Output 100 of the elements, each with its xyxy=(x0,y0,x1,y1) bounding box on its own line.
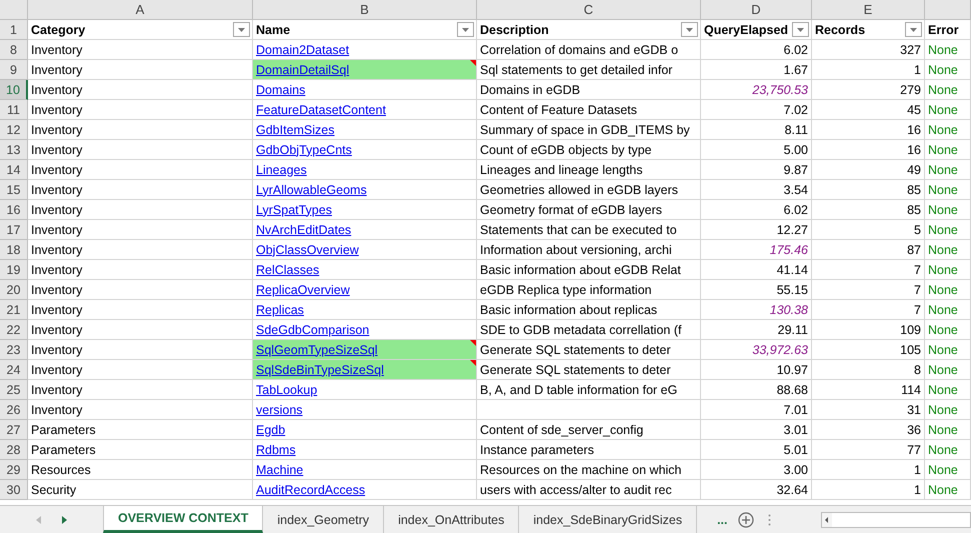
table-cell: 8 xyxy=(812,360,925,380)
link[interactable]: Rdbms xyxy=(256,442,296,456)
table-cell: Inventory xyxy=(28,160,253,180)
link[interactable]: GdbObjTypeCnts xyxy=(256,142,352,156)
row-header[interactable]: 8 xyxy=(0,40,28,60)
link[interactable]: ObjClassOverview xyxy=(256,242,359,256)
column-header[interactable]: B xyxy=(253,0,477,20)
link[interactable]: LyrSpatTypes xyxy=(256,202,332,216)
table-cell: 114 xyxy=(812,380,925,400)
table-cell: 5.00 xyxy=(701,140,812,160)
table-cell: 3.00 xyxy=(701,460,812,480)
comment-indicator-icon xyxy=(470,60,476,66)
link[interactable]: Egdb xyxy=(256,422,286,436)
row-header[interactable]: 21 xyxy=(0,300,28,320)
table-cell: Instance parameters xyxy=(477,440,701,460)
table-cell: 1 xyxy=(812,460,925,480)
table-cell: Inventory xyxy=(28,340,253,360)
link[interactable]: TabLookup xyxy=(256,382,318,396)
row-header[interactable]: 13 xyxy=(0,140,28,160)
link[interactable]: GdbItemSizes xyxy=(256,122,335,136)
table-cell: Basic information about replicas xyxy=(477,300,701,320)
link[interactable]: SqlSdeBinTypeSizeSql xyxy=(256,362,384,376)
link[interactable]: Machine xyxy=(256,462,304,476)
row-header[interactable]: 12 xyxy=(0,120,28,140)
table-cell: None xyxy=(925,220,971,240)
row-header[interactable]: 16 xyxy=(0,200,28,220)
link[interactable]: Domain2Dataset xyxy=(256,42,350,56)
table-cell: Security xyxy=(28,480,253,500)
add-sheet-icon[interactable] xyxy=(738,512,754,528)
filter-dropdown-icon[interactable] xyxy=(905,22,922,37)
table-cell: None xyxy=(925,460,971,480)
row-header[interactable]: 10 xyxy=(0,80,28,100)
filter-dropdown-icon[interactable] xyxy=(792,22,809,37)
link[interactable]: FeatureDatasetContent xyxy=(256,102,386,116)
row-header[interactable]: 9 xyxy=(0,60,28,80)
link[interactable]: AuditRecordAccess xyxy=(256,482,366,496)
row-header[interactable]: 28 xyxy=(0,440,28,460)
table-cell: 29.11 xyxy=(701,320,812,340)
filter-dropdown-icon[interactable] xyxy=(457,22,474,37)
row-header[interactable]: 19 xyxy=(0,260,28,280)
row-header[interactable]: 1 xyxy=(0,20,28,40)
link[interactable]: Domains xyxy=(256,82,306,96)
table-cell: 36 xyxy=(812,420,925,440)
row-header[interactable]: 26 xyxy=(0,400,28,420)
row-header[interactable]: 11 xyxy=(0,100,28,120)
link[interactable]: DomainDetailSql xyxy=(256,62,350,76)
sheet-tab[interactable]: OVERVIEW CONTEXT xyxy=(103,506,264,533)
filter-dropdown-icon[interactable] xyxy=(681,22,698,37)
column-header[interactable]: A xyxy=(28,0,253,20)
table-cell: Inventory xyxy=(28,260,253,280)
table-cell: None xyxy=(925,200,971,220)
row-header[interactable]: 25 xyxy=(0,380,28,400)
link[interactable]: Lineages xyxy=(256,162,307,176)
link[interactable]: Replicas xyxy=(256,302,304,316)
table-cell: 5.01 xyxy=(701,440,812,460)
link[interactable]: SdeGdbComparison xyxy=(256,322,370,336)
row-header[interactable]: 18 xyxy=(0,240,28,260)
column-header[interactable]: E xyxy=(812,0,925,20)
table-cell: 31 xyxy=(812,400,925,420)
table-cell: Content of sde_server_config xyxy=(477,420,701,440)
row-header[interactable]: 29 xyxy=(0,460,28,480)
table-cell: Inventory xyxy=(28,380,253,400)
table-cell: 6.02 xyxy=(701,40,812,60)
row-header[interactable]: 23 xyxy=(0,340,28,360)
scroll-right-icon[interactable] xyxy=(62,516,68,524)
table-cell: 16 xyxy=(812,120,925,140)
row-header[interactable]: 17 xyxy=(0,220,28,240)
table-cell: None xyxy=(925,380,971,400)
link[interactable]: NvArchEditDates xyxy=(256,222,352,236)
link[interactable]: SqlGeomTypeSizeSql xyxy=(256,342,378,356)
header-cell: Error xyxy=(928,22,959,36)
row-header[interactable]: 30 xyxy=(0,480,28,500)
filter-dropdown-icon[interactable] xyxy=(233,22,250,37)
row-header[interactable]: 22 xyxy=(0,320,28,340)
row-header[interactable]: 20 xyxy=(0,280,28,300)
table-cell: None xyxy=(925,260,971,280)
row-header[interactable]: 14 xyxy=(0,160,28,180)
table-cell: 23,750.53 xyxy=(701,80,812,100)
table-cell: None xyxy=(925,100,971,120)
more-sheets-button[interactable]: ... xyxy=(717,506,728,533)
link[interactable]: versions xyxy=(256,402,303,416)
table-cell: Inventory xyxy=(28,300,253,320)
splitter-handle-icon[interactable] xyxy=(768,514,770,526)
column-header[interactable]: D xyxy=(701,0,812,20)
column-header[interactable]: C xyxy=(477,0,701,20)
row-header[interactable]: 24 xyxy=(0,360,28,380)
link[interactable]: LyrAllowableGeoms xyxy=(256,182,367,196)
table-cell: None xyxy=(925,160,971,180)
table-cell: 3.54 xyxy=(701,180,812,200)
link[interactable]: ReplicaOverview xyxy=(256,282,350,296)
table-cell: Count of eGDB objects by type xyxy=(477,140,701,160)
table-cell: None xyxy=(925,360,971,380)
link[interactable]: RelClasses xyxy=(256,262,320,276)
row-header[interactable]: 27 xyxy=(0,420,28,440)
table-cell: None xyxy=(925,420,971,440)
horizontal-scrollbar[interactable] xyxy=(821,512,971,528)
row-header[interactable]: 15 xyxy=(0,180,28,200)
table-cell: 1 xyxy=(812,60,925,80)
table-cell: Generate SQL statements to deter xyxy=(477,360,701,380)
comment-indicator-icon xyxy=(470,340,476,346)
